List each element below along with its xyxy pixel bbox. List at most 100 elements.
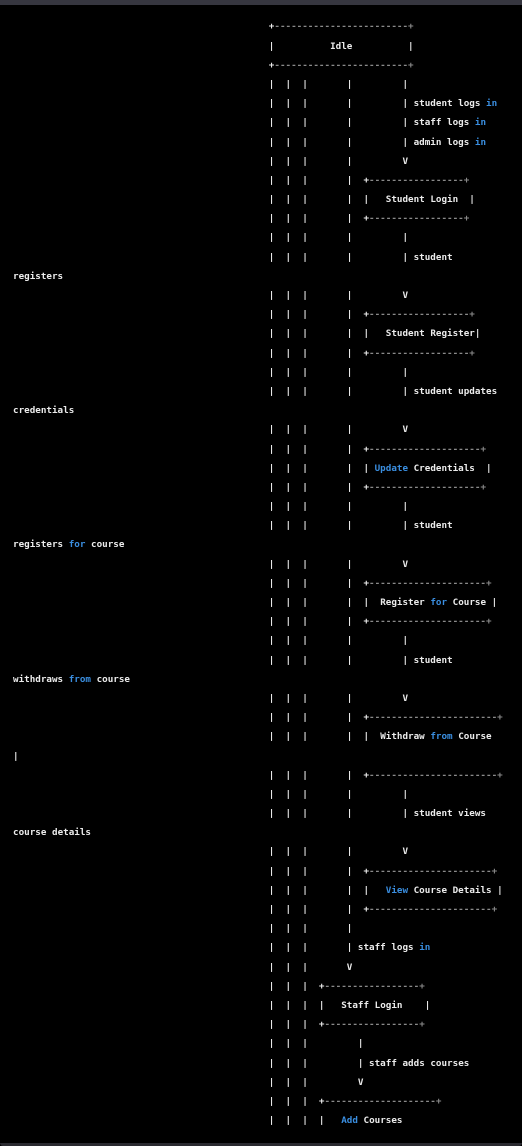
connector: |: [486, 597, 498, 609]
label-word: Details: [452, 884, 492, 896]
connector: | | | | +: [268, 577, 370, 589]
diagram-line-wrapped: registers for course: [13, 535, 513, 554]
connector: | | | | |: [268, 462, 375, 474]
label-word: V: [402, 846, 409, 858]
box-corner: +: [408, 59, 414, 71]
label-word: V: [402, 424, 409, 436]
box-border: ---------------------: [369, 616, 486, 628]
label-word: Withdraw: [380, 731, 425, 743]
label-word: student: [413, 251, 453, 263]
label-word: V: [357, 1076, 364, 1088]
connector: | | | | +: [268, 769, 370, 781]
box-border: -----------------: [369, 213, 464, 225]
box-corner: +: [408, 21, 414, 33]
diagram-line: | | | | |: [13, 631, 513, 650]
diagram-line: | | | | +--------------------+: [13, 440, 513, 459]
diagram-line: | | | | | student updates: [13, 382, 513, 401]
label-word: Idle: [330, 40, 353, 52]
label-word: credentials: [13, 405, 75, 417]
connector: | | | | |: [268, 654, 414, 666]
ascii-state-diagram: +------------------------+ | Idle | +-----…: [13, 17, 513, 1130]
diagram-line: | | | | V: [13, 555, 513, 574]
box-border: ----------------------: [369, 865, 492, 877]
connector: | | | | |: [268, 884, 386, 896]
diagram-line: | | | +--------------------+: [13, 1092, 513, 1111]
diagram-line: | | | | | Withdraw from Course: [13, 727, 513, 746]
box-corner: +: [419, 1019, 425, 1031]
label-word: courses: [430, 1057, 470, 1069]
label-word: logs: [447, 136, 470, 148]
diagram-line: | | | | +------------------+: [13, 344, 513, 363]
connector: | | | | |: [268, 635, 409, 647]
box-border: ------------------: [369, 309, 470, 321]
connector: | | | | |: [268, 501, 409, 513]
connector: | | | | +: [268, 174, 370, 186]
label-word: Login: [374, 999, 403, 1011]
label-word: Student: [385, 328, 425, 340]
diagram-line: +------------------------+: [13, 56, 513, 75]
window-top-bar: [0, 0, 522, 5]
connector: | | | | |: [268, 731, 381, 743]
connector: | | | |: [268, 1038, 364, 1050]
connector: | | |: [268, 1076, 358, 1088]
keyword: in: [474, 117, 487, 129]
label-word: Course: [452, 597, 487, 609]
diagram-line: | | | | | admin logs in: [13, 133, 513, 152]
box-corner: +: [419, 980, 425, 992]
label-word: course: [91, 539, 125, 551]
connector: | | | |: [268, 692, 403, 704]
label-word: Login: [430, 194, 459, 206]
diagram-line: | | | | +-----------------+: [13, 171, 513, 190]
diagram-line: | | | | | View Course Details |: [13, 881, 513, 900]
label-word: logs: [447, 117, 470, 129]
connector: |: [268, 40, 331, 52]
label-word: Register: [380, 597, 425, 609]
diagram-line: | | | | | Register for Course |: [13, 593, 513, 612]
label-word: V: [402, 290, 409, 302]
connector: |: [474, 328, 481, 340]
connector: | | | |: [268, 846, 403, 858]
connector: |: [402, 999, 431, 1011]
diagram-line: | | | | | Student Register|: [13, 324, 513, 343]
diagram-line: | | | +-----------------+: [13, 977, 513, 996]
connector: | | | | +: [268, 712, 370, 724]
label-word: V: [402, 155, 409, 167]
label-word: student: [413, 385, 453, 397]
connector: | | |: [268, 961, 347, 973]
connector: | | | | |: [268, 78, 409, 90]
diagram-line: | | | | |: [13, 228, 513, 247]
connector: | | | | |: [268, 232, 409, 244]
keyword: Update: [374, 462, 409, 474]
connector: | | | |: [268, 424, 403, 436]
diagram-line: | | | | |: [13, 363, 513, 382]
label-word: student: [413, 808, 453, 820]
diagram-line: | | | | | student: [13, 248, 513, 267]
box-border: -----------------: [369, 174, 464, 186]
box-border: -----------------------: [369, 769, 498, 781]
diagram-line: | | | +-----------------+: [13, 1015, 513, 1034]
diagram-line: | | | | V: [13, 842, 513, 861]
diagram-line: | | | |: [13, 1034, 513, 1053]
box-border: ------------------: [369, 347, 470, 359]
connector: | | | | |: [268, 251, 414, 263]
diagram-line: +------------------------+: [13, 17, 513, 36]
box-border: -----------------: [324, 1019, 420, 1031]
connector: | | | |: [268, 942, 358, 954]
label-word: student: [413, 520, 453, 532]
keyword: from: [430, 731, 453, 743]
diagram-line: | Idle |: [13, 37, 513, 56]
box-border: -----------------------: [369, 712, 498, 724]
label-word: Staff: [341, 999, 370, 1011]
label-word: Courses: [363, 1115, 403, 1127]
label-word: course: [13, 827, 47, 839]
diagram-line: | | | V: [13, 958, 513, 977]
diagram-line-wrapped: course details: [13, 823, 513, 842]
diagram-line: | | | | | student: [13, 651, 513, 670]
label-word: V: [346, 961, 353, 973]
connector: | | | +: [268, 980, 325, 992]
diagram-line: | | | | |: [13, 785, 513, 804]
box-corner: +: [463, 174, 470, 186]
label-word: views: [458, 808, 487, 820]
diagram-line: | | | |: [13, 919, 513, 938]
box-corner: +: [480, 443, 487, 455]
